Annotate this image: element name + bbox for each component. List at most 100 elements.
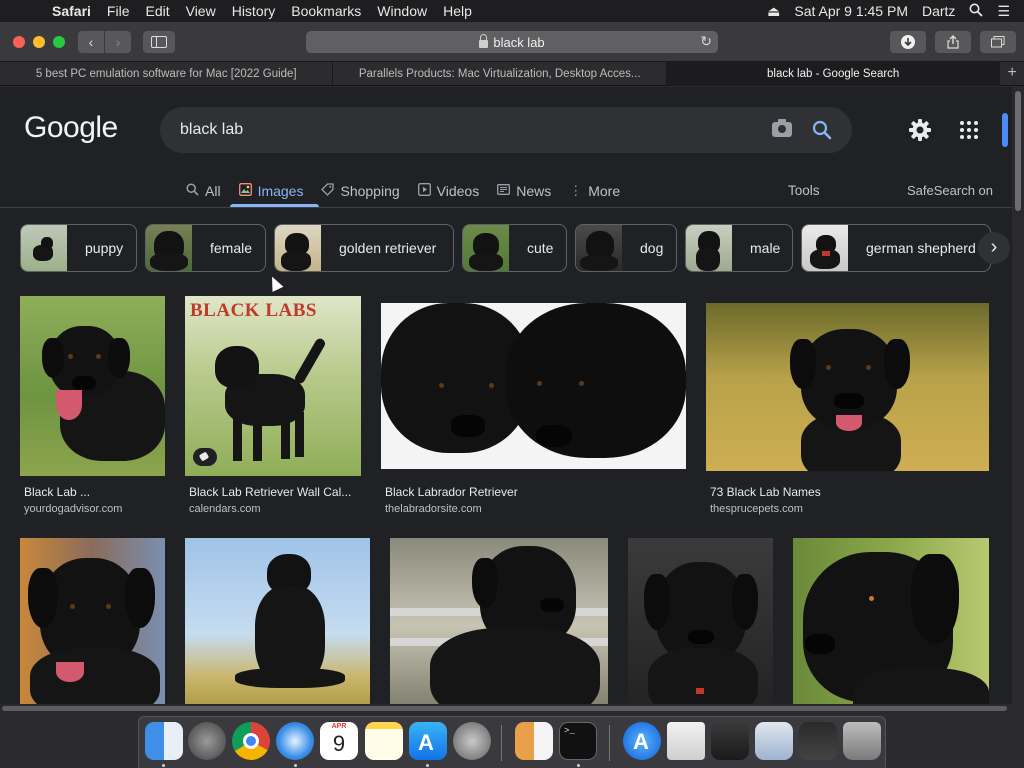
- share-button[interactable]: [935, 31, 971, 53]
- result-site[interactable]: thesprucepets.com: [710, 503, 803, 515]
- result-site[interactable]: thelabradorsite.com: [385, 503, 482, 515]
- close-window-button[interactable]: [13, 36, 25, 48]
- finder-icon[interactable]: [145, 722, 183, 760]
- eject-icon[interactable]: ⏏: [767, 3, 780, 20]
- result-site[interactable]: calendars.com: [189, 503, 261, 515]
- vertical-scrollbar[interactable]: [1012, 87, 1024, 713]
- image-result[interactable]: Black Labrador Retriever thelabradorsite…: [381, 303, 686, 521]
- tab-parallels[interactable]: Parallels Products: Mac Virtualization, …: [333, 62, 667, 86]
- tab-all[interactable]: All: [180, 175, 227, 207]
- result-site[interactable]: yourdogadvisor.com: [24, 503, 122, 515]
- result-title[interactable]: Black Lab Retriever Wall Cal...: [189, 485, 351, 499]
- minimize-window-button[interactable]: [33, 36, 45, 48]
- result-thumbnail[interactable]: [706, 303, 989, 471]
- chip-male[interactable]: male: [685, 224, 793, 272]
- gear-icon[interactable]: [908, 118, 932, 142]
- downloads-folder-icon[interactable]: [711, 722, 749, 760]
- chip-golden-retriever[interactable]: golden retriever: [274, 224, 454, 272]
- reload-icon[interactable]: ↻: [700, 33, 712, 50]
- new-tab-button[interactable]: +: [1000, 62, 1024, 85]
- image-result[interactable]: [390, 538, 608, 713]
- tools-button[interactable]: Tools: [788, 175, 820, 207]
- forward-button[interactable]: ›: [105, 31, 131, 53]
- menu-help[interactable]: Help: [435, 0, 480, 22]
- user-name[interactable]: Dartz: [922, 3, 955, 19]
- chrome-icon[interactable]: [232, 722, 270, 760]
- menu-file[interactable]: File: [99, 0, 138, 22]
- image-result[interactable]: Black Lab ... yourdogadvisor.com: [20, 296, 165, 521]
- search-input[interactable]: [180, 118, 740, 142]
- tab-google-search[interactable]: black lab - Google Search: [666, 62, 1001, 86]
- clock[interactable]: Sat Apr 9 1:45 PM: [794, 3, 908, 19]
- calendar-icon[interactable]: APR 9: [320, 722, 358, 760]
- tab-more[interactable]: ⋮ More: [563, 175, 626, 207]
- chips-next-button[interactable]: ›: [978, 232, 1010, 264]
- tab-shopping[interactable]: Shopping: [315, 175, 405, 207]
- image-result[interactable]: [793, 538, 989, 713]
- chip-german-shepherd[interactable]: german shepherd: [801, 224, 991, 272]
- back-button[interactable]: ‹: [78, 31, 104, 53]
- screenshot-icon[interactable]: [755, 722, 793, 760]
- address-bar[interactable]: black lab ↻: [306, 31, 718, 53]
- menu-history[interactable]: History: [224, 0, 284, 22]
- safari-toolbar: ‹ › black lab ↻: [0, 22, 1024, 62]
- result-thumbnail[interactable]: [20, 296, 165, 476]
- search-icon[interactable]: [812, 120, 832, 140]
- sidebar-toggle-button[interactable]: [143, 31, 175, 53]
- terminal-icon[interactable]: >_: [559, 722, 597, 760]
- result-title[interactable]: Black Labrador Retriever: [385, 485, 518, 499]
- menu-app[interactable]: Safari: [44, 0, 99, 22]
- chip-cute[interactable]: cute: [462, 224, 567, 272]
- system-preferences-icon[interactable]: [453, 722, 491, 760]
- result-thumbnail[interactable]: BLACK LABS: [185, 296, 361, 476]
- app-store-folder-icon[interactable]: A: [623, 722, 661, 760]
- image-result[interactable]: 73 Black Lab Names thesprucepets.com: [706, 303, 989, 521]
- result-thumbnail[interactable]: [628, 538, 773, 713]
- chip-dog[interactable]: dog: [575, 224, 677, 272]
- google-apps-icon[interactable]: [960, 121, 978, 139]
- document-icon[interactable]: [515, 722, 553, 760]
- image-result[interactable]: BLACK LABS Black Lab Retriever Wall Cal.…: [185, 296, 361, 521]
- tab-images[interactable]: Images: [233, 175, 310, 207]
- camera-icon[interactable]: [772, 119, 792, 137]
- mouse-cursor: [266, 274, 284, 292]
- result-thumbnail[interactable]: [20, 538, 165, 713]
- spotlight-search-icon[interactable]: [969, 3, 984, 20]
- app-store-icon[interactable]: A: [409, 722, 447, 760]
- horizontal-scrollbar[interactable]: [0, 704, 1012, 713]
- downloads-button[interactable]: [890, 31, 926, 53]
- fullscreen-window-button[interactable]: [53, 36, 65, 48]
- result-thumbnail[interactable]: [793, 538, 989, 713]
- account-avatar[interactable]: [1002, 113, 1008, 147]
- result-thumbnail[interactable]: [381, 303, 686, 469]
- tab-videos[interactable]: Videos: [412, 175, 486, 207]
- result-thumbnail[interactable]: [390, 538, 608, 713]
- image-result[interactable]: [185, 538, 370, 713]
- image-result[interactable]: [20, 538, 165, 713]
- result-title[interactable]: Black Lab ...: [24, 485, 90, 499]
- result-title[interactable]: 73 Black Lab Names: [710, 485, 821, 499]
- google-logo[interactable]: Google: [24, 111, 118, 145]
- result-thumbnail[interactable]: [185, 538, 370, 713]
- menu-view[interactable]: View: [178, 0, 224, 22]
- trash-icon[interactable]: [843, 722, 881, 760]
- notification-center-icon[interactable]: ☰: [997, 3, 1010, 20]
- tab-news[interactable]: News: [491, 175, 557, 207]
- safesearch-toggle[interactable]: SafeSearch on: [907, 175, 993, 207]
- scrollbar-thumb[interactable]: [1015, 91, 1021, 211]
- menu-bookmarks[interactable]: Bookmarks: [283, 0, 369, 22]
- menu-window[interactable]: Window: [369, 0, 435, 22]
- tab-emulation-guide[interactable]: 5 best PC emulation software for Mac [20…: [0, 62, 334, 86]
- menu-edit[interactable]: Edit: [137, 0, 177, 22]
- scrollbar-thumb[interactable]: [2, 706, 1007, 711]
- chip-puppy[interactable]: puppy: [20, 224, 137, 272]
- result-banner-text: BLACK LABS: [190, 300, 317, 321]
- tab-overview-button[interactable]: [980, 31, 1016, 53]
- file-icon[interactable]: [667, 722, 705, 760]
- image-result[interactable]: [628, 538, 773, 713]
- chip-female[interactable]: female: [145, 224, 266, 272]
- safari-icon[interactable]: [276, 722, 314, 760]
- notes-icon[interactable]: [365, 722, 403, 760]
- launchpad-icon[interactable]: [188, 722, 226, 760]
- window-stack-icon[interactable]: [799, 722, 837, 760]
